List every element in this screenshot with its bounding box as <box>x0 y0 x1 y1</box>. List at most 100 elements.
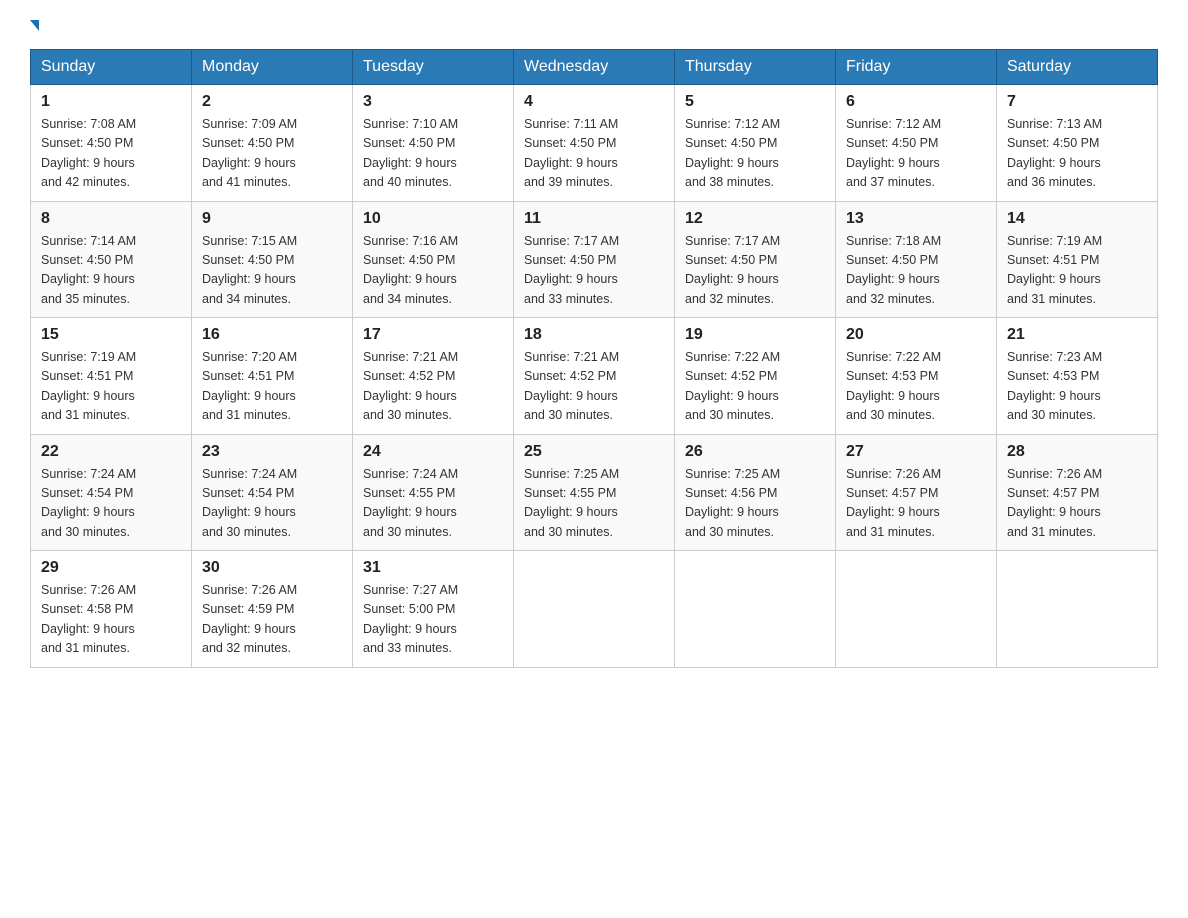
calendar-cell: 1 Sunrise: 7:08 AM Sunset: 4:50 PM Dayli… <box>31 85 192 202</box>
day-number: 8 <box>41 210 181 228</box>
day-info: Sunrise: 7:26 AM Sunset: 4:57 PM Dayligh… <box>846 465 986 543</box>
day-info: Sunrise: 7:15 AM Sunset: 4:50 PM Dayligh… <box>202 232 342 310</box>
calendar-cell: 11 Sunrise: 7:17 AM Sunset: 4:50 PM Dayl… <box>514 201 675 318</box>
day-info: Sunrise: 7:24 AM Sunset: 4:54 PM Dayligh… <box>202 465 342 543</box>
day-info: Sunrise: 7:13 AM Sunset: 4:50 PM Dayligh… <box>1007 115 1147 193</box>
week-row-1: 1 Sunrise: 7:08 AM Sunset: 4:50 PM Dayli… <box>31 85 1158 202</box>
weekday-header-thursday: Thursday <box>675 50 836 85</box>
weekday-header-friday: Friday <box>836 50 997 85</box>
day-number: 2 <box>202 93 342 111</box>
week-row-3: 15 Sunrise: 7:19 AM Sunset: 4:51 PM Dayl… <box>31 318 1158 435</box>
weekday-header-monday: Monday <box>192 50 353 85</box>
calendar-cell: 3 Sunrise: 7:10 AM Sunset: 4:50 PM Dayli… <box>353 85 514 202</box>
day-info: Sunrise: 7:22 AM Sunset: 4:53 PM Dayligh… <box>846 348 986 426</box>
day-number: 17 <box>363 326 503 344</box>
day-info: Sunrise: 7:21 AM Sunset: 4:52 PM Dayligh… <box>524 348 664 426</box>
day-number: 10 <box>363 210 503 228</box>
day-number: 15 <box>41 326 181 344</box>
calendar-cell: 17 Sunrise: 7:21 AM Sunset: 4:52 PM Dayl… <box>353 318 514 435</box>
day-info: Sunrise: 7:21 AM Sunset: 4:52 PM Dayligh… <box>363 348 503 426</box>
day-number: 25 <box>524 443 664 461</box>
calendar-cell: 5 Sunrise: 7:12 AM Sunset: 4:50 PM Dayli… <box>675 85 836 202</box>
day-number: 7 <box>1007 93 1147 111</box>
weekday-header-row: SundayMondayTuesdayWednesdayThursdayFrid… <box>31 50 1158 85</box>
calendar-cell: 12 Sunrise: 7:17 AM Sunset: 4:50 PM Dayl… <box>675 201 836 318</box>
calendar-table: SundayMondayTuesdayWednesdayThursdayFrid… <box>30 49 1158 668</box>
day-info: Sunrise: 7:25 AM Sunset: 4:56 PM Dayligh… <box>685 465 825 543</box>
day-info: Sunrise: 7:17 AM Sunset: 4:50 PM Dayligh… <box>685 232 825 310</box>
week-row-2: 8 Sunrise: 7:14 AM Sunset: 4:50 PM Dayli… <box>31 201 1158 318</box>
calendar-cell: 25 Sunrise: 7:25 AM Sunset: 4:55 PM Dayl… <box>514 434 675 551</box>
calendar-cell: 26 Sunrise: 7:25 AM Sunset: 4:56 PM Dayl… <box>675 434 836 551</box>
calendar-cell: 2 Sunrise: 7:09 AM Sunset: 4:50 PM Dayli… <box>192 85 353 202</box>
day-info: Sunrise: 7:26 AM Sunset: 4:58 PM Dayligh… <box>41 581 181 659</box>
day-info: Sunrise: 7:19 AM Sunset: 4:51 PM Dayligh… <box>1007 232 1147 310</box>
day-info: Sunrise: 7:08 AM Sunset: 4:50 PM Dayligh… <box>41 115 181 193</box>
day-number: 28 <box>1007 443 1147 461</box>
day-info: Sunrise: 7:20 AM Sunset: 4:51 PM Dayligh… <box>202 348 342 426</box>
calendar-cell: 22 Sunrise: 7:24 AM Sunset: 4:54 PM Dayl… <box>31 434 192 551</box>
calendar-cell <box>997 551 1158 668</box>
logo <box>30 20 40 31</box>
day-info: Sunrise: 7:24 AM Sunset: 4:54 PM Dayligh… <box>41 465 181 543</box>
day-info: Sunrise: 7:09 AM Sunset: 4:50 PM Dayligh… <box>202 115 342 193</box>
day-info: Sunrise: 7:27 AM Sunset: 5:00 PM Dayligh… <box>363 581 503 659</box>
calendar-cell: 18 Sunrise: 7:21 AM Sunset: 4:52 PM Dayl… <box>514 318 675 435</box>
calendar-cell: 20 Sunrise: 7:22 AM Sunset: 4:53 PM Dayl… <box>836 318 997 435</box>
calendar-cell: 24 Sunrise: 7:24 AM Sunset: 4:55 PM Dayl… <box>353 434 514 551</box>
week-row-4: 22 Sunrise: 7:24 AM Sunset: 4:54 PM Dayl… <box>31 434 1158 551</box>
day-number: 23 <box>202 443 342 461</box>
day-number: 13 <box>846 210 986 228</box>
day-info: Sunrise: 7:12 AM Sunset: 4:50 PM Dayligh… <box>846 115 986 193</box>
calendar-cell: 14 Sunrise: 7:19 AM Sunset: 4:51 PM Dayl… <box>997 201 1158 318</box>
day-number: 4 <box>524 93 664 111</box>
weekday-header-tuesday: Tuesday <box>353 50 514 85</box>
calendar-cell <box>675 551 836 668</box>
day-info: Sunrise: 7:18 AM Sunset: 4:50 PM Dayligh… <box>846 232 986 310</box>
day-number: 21 <box>1007 326 1147 344</box>
day-info: Sunrise: 7:12 AM Sunset: 4:50 PM Dayligh… <box>685 115 825 193</box>
day-info: Sunrise: 7:23 AM Sunset: 4:53 PM Dayligh… <box>1007 348 1147 426</box>
calendar-cell: 8 Sunrise: 7:14 AM Sunset: 4:50 PM Dayli… <box>31 201 192 318</box>
calendar-cell: 6 Sunrise: 7:12 AM Sunset: 4:50 PM Dayli… <box>836 85 997 202</box>
day-number: 27 <box>846 443 986 461</box>
day-number: 31 <box>363 559 503 577</box>
day-number: 3 <box>363 93 503 111</box>
day-number: 30 <box>202 559 342 577</box>
day-info: Sunrise: 7:14 AM Sunset: 4:50 PM Dayligh… <box>41 232 181 310</box>
day-info: Sunrise: 7:22 AM Sunset: 4:52 PM Dayligh… <box>685 348 825 426</box>
calendar-cell: 10 Sunrise: 7:16 AM Sunset: 4:50 PM Dayl… <box>353 201 514 318</box>
day-number: 26 <box>685 443 825 461</box>
day-number: 12 <box>685 210 825 228</box>
day-info: Sunrise: 7:10 AM Sunset: 4:50 PM Dayligh… <box>363 115 503 193</box>
day-info: Sunrise: 7:19 AM Sunset: 4:51 PM Dayligh… <box>41 348 181 426</box>
week-row-5: 29 Sunrise: 7:26 AM Sunset: 4:58 PM Dayl… <box>31 551 1158 668</box>
day-number: 20 <box>846 326 986 344</box>
day-number: 5 <box>685 93 825 111</box>
calendar-cell: 7 Sunrise: 7:13 AM Sunset: 4:50 PM Dayli… <box>997 85 1158 202</box>
weekday-header-wednesday: Wednesday <box>514 50 675 85</box>
calendar-cell: 9 Sunrise: 7:15 AM Sunset: 4:50 PM Dayli… <box>192 201 353 318</box>
day-number: 6 <box>846 93 986 111</box>
calendar-cell: 19 Sunrise: 7:22 AM Sunset: 4:52 PM Dayl… <box>675 318 836 435</box>
calendar-cell <box>514 551 675 668</box>
calendar-cell: 30 Sunrise: 7:26 AM Sunset: 4:59 PM Dayl… <box>192 551 353 668</box>
day-info: Sunrise: 7:17 AM Sunset: 4:50 PM Dayligh… <box>524 232 664 310</box>
weekday-header-saturday: Saturday <box>997 50 1158 85</box>
calendar-cell: 15 Sunrise: 7:19 AM Sunset: 4:51 PM Dayl… <box>31 318 192 435</box>
page-header <box>30 20 1158 31</box>
day-info: Sunrise: 7:11 AM Sunset: 4:50 PM Dayligh… <box>524 115 664 193</box>
calendar-cell: 27 Sunrise: 7:26 AM Sunset: 4:57 PM Dayl… <box>836 434 997 551</box>
day-info: Sunrise: 7:16 AM Sunset: 4:50 PM Dayligh… <box>363 232 503 310</box>
calendar-cell: 31 Sunrise: 7:27 AM Sunset: 5:00 PM Dayl… <box>353 551 514 668</box>
day-info: Sunrise: 7:26 AM Sunset: 4:59 PM Dayligh… <box>202 581 342 659</box>
calendar-cell: 13 Sunrise: 7:18 AM Sunset: 4:50 PM Dayl… <box>836 201 997 318</box>
day-number: 22 <box>41 443 181 461</box>
day-number: 1 <box>41 93 181 111</box>
day-number: 11 <box>524 210 664 228</box>
day-number: 29 <box>41 559 181 577</box>
calendar-cell: 23 Sunrise: 7:24 AM Sunset: 4:54 PM Dayl… <box>192 434 353 551</box>
day-number: 19 <box>685 326 825 344</box>
day-number: 14 <box>1007 210 1147 228</box>
day-number: 18 <box>524 326 664 344</box>
